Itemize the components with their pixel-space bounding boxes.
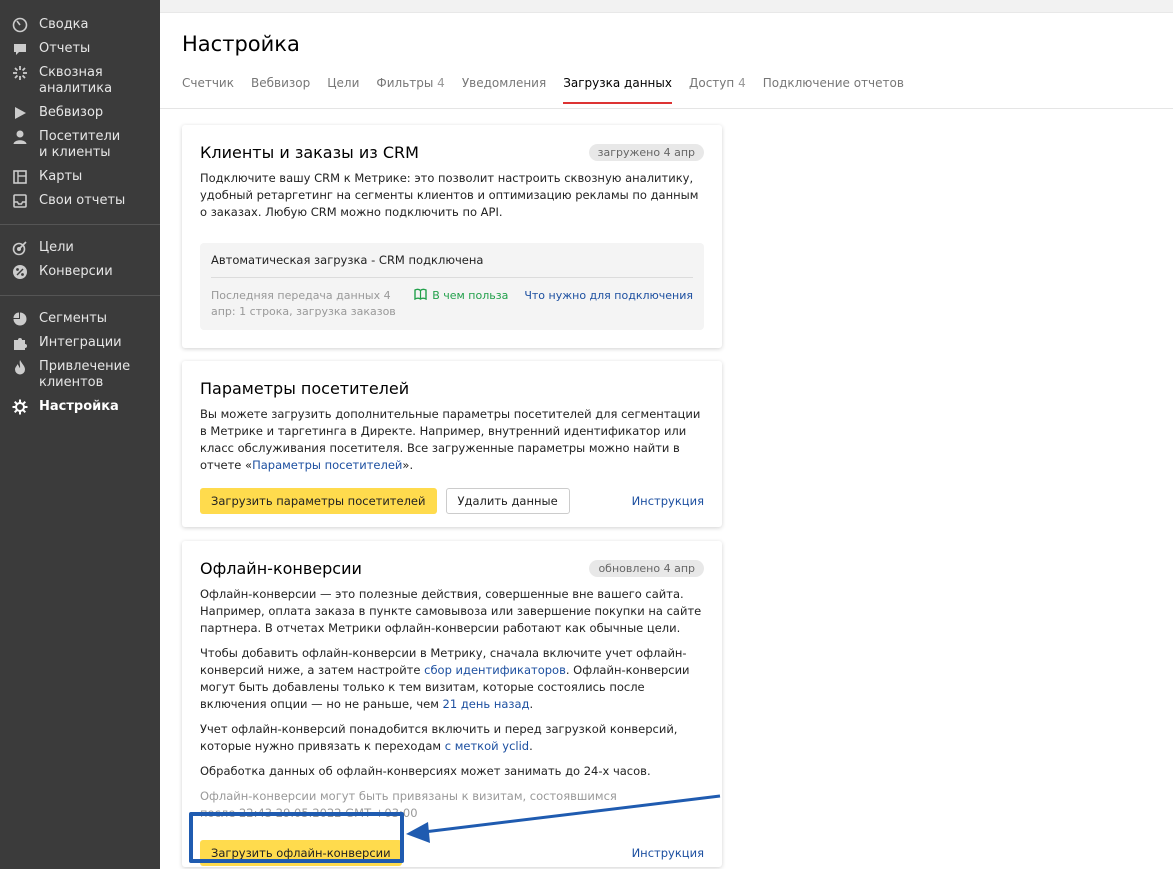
crm-status-title: Автоматическая загрузка - CRM подключена [211, 253, 693, 278]
sidebar-item-label: Карты [39, 169, 83, 184]
requirements-link[interactable]: Что нужно для подключения [524, 288, 693, 320]
sidebar-item-label: Сегменты [39, 311, 108, 326]
flame-icon [11, 359, 28, 375]
sidebar: Сводка Отчеты Сквозная аналитика Вебвизо… [0, 0, 160, 869]
tab-filtry[interactable]: Фильтры 4 [376, 76, 444, 104]
tab-count: 4 [738, 76, 746, 90]
chat-icon [11, 41, 28, 57]
tab-vebvizor[interactable]: Вебвизор [251, 76, 310, 104]
days-ago-link[interactable]: 21 день назад [443, 697, 530, 711]
crm-status-box: Автоматическая загрузка - CRM подключена… [200, 243, 704, 330]
yclid-link[interactable]: с меткой yclid [445, 739, 529, 753]
tab-count: 4 [437, 76, 445, 90]
offline-p2: Чтобы добавить офлайн-конверсии в Метрик… [200, 646, 690, 711]
sidebar-item-label: Сводка [39, 17, 89, 32]
sidebar-item-tseli[interactable]: Цели [0, 237, 160, 261]
card-title: Параметры посетителей [200, 379, 410, 398]
card-description: Подключите вашу CRM к Метрике: это позво… [200, 171, 699, 219]
tabs: Счетчик Вебвизор Цели Фильтры 4 Уведомле… [182, 76, 921, 104]
sidebar-divider [0, 224, 160, 225]
status-badge: загружено 4 апр [588, 144, 704, 161]
instruction-link[interactable]: Инструкция [632, 494, 704, 508]
sidebar-item-label: Отчеты [39, 41, 91, 56]
sidebar-divider [0, 295, 160, 296]
crm-status-text: Последняя передача данных 4 апр: 1 строк… [211, 289, 396, 318]
sidebar-item-segmenty[interactable]: Сегменты [0, 308, 160, 332]
visitor-params-card: Параметры посетителей Вы можете загрузит… [182, 361, 722, 527]
offline-p3: Учет офлайн-конверсий понадобится включи… [200, 722, 678, 753]
sidebar-item-label: Свои отчеты [39, 193, 126, 208]
play-icon [11, 105, 28, 121]
sidebar-item-integratsii[interactable]: Интеграции [0, 332, 160, 356]
gear-icon [11, 399, 28, 415]
card-description: Вы можете загрузить дополнительные парам… [200, 407, 701, 472]
delete-data-button[interactable]: Удалить данные [445, 488, 570, 514]
offline-p4: Обработка данных об офлайн-конверсиях мо… [200, 764, 651, 778]
sidebar-item-posetiteli[interactable]: Посетители и клиенты [0, 126, 160, 166]
sidebar-item-svoi-otchety[interactable]: Свои отчеты [0, 190, 160, 214]
crm-card: Клиенты и заказы из CRM загружено 4 апр … [182, 125, 722, 348]
sidebar-item-karty[interactable]: Карты [0, 166, 160, 190]
burst-icon [11, 65, 28, 81]
instruction-link[interactable]: Инструкция [632, 846, 704, 860]
puzzle-icon [11, 335, 28, 351]
sidebar-item-label: Посетители и клиенты [39, 129, 121, 160]
benefit-link[interactable]: В чем польза [414, 288, 508, 320]
tabs-divider [160, 108, 1173, 109]
book-icon [414, 288, 427, 300]
top-bar [160, 0, 1173, 13]
sidebar-item-svodka[interactable]: Сводка [0, 14, 160, 38]
sidebar-item-label: Привлечение клиентов [39, 359, 131, 390]
tab-tseli[interactable]: Цели [327, 76, 359, 104]
sidebar-item-privlechenie[interactable]: Привлечение клиентов [0, 356, 160, 396]
tab-schetchik[interactable]: Счетчик [182, 76, 234, 104]
sidebar-item-nastroyka[interactable]: Настройка [0, 396, 160, 420]
pie-icon [11, 311, 28, 327]
percent-icon [11, 264, 28, 280]
sidebar-item-label: Интеграции [39, 335, 122, 350]
upload-params-button[interactable]: Загрузить параметры посетителей [200, 488, 437, 514]
inbox-icon [11, 193, 28, 209]
gauge-icon [11, 17, 28, 33]
status-badge: обновлено 4 апр [589, 560, 704, 577]
sidebar-item-vebvizor[interactable]: Вебвизор [0, 102, 160, 126]
page-title: Настройка [182, 32, 300, 56]
tab-uvedomleniya[interactable]: Уведомления [462, 76, 546, 104]
tab-podklyuchenie-otchetov[interactable]: Подключение отчетов [763, 76, 904, 104]
collect-ids-link[interactable]: сбор идентификаторов [424, 663, 566, 677]
sidebar-item-label: Настройка [39, 399, 119, 414]
highlight-frame [189, 812, 404, 863]
sidebar-item-label: Вебвизор [39, 105, 104, 120]
map-icon [11, 169, 28, 185]
sidebar-item-otchety[interactable]: Отчеты [0, 38, 160, 62]
sidebar-item-label: Цели [39, 240, 74, 255]
offline-p1: Офлайн-конверсии — это полезные действия… [200, 587, 702, 635]
sidebar-item-konversii[interactable]: Конверсии [0, 261, 160, 285]
tab-dostup[interactable]: Доступ 4 [689, 76, 746, 104]
tab-zagruzka-dannyh[interactable]: Загрузка данных [563, 76, 672, 104]
sidebar-item-label: Сквозная аналитика [39, 65, 113, 96]
target-icon [11, 240, 28, 256]
params-report-link[interactable]: Параметры посетителей [252, 458, 402, 472]
user-icon [11, 129, 28, 145]
sidebar-item-skvoznaya[interactable]: Сквозная аналитика [0, 62, 160, 102]
sidebar-item-label: Конверсии [39, 264, 113, 279]
